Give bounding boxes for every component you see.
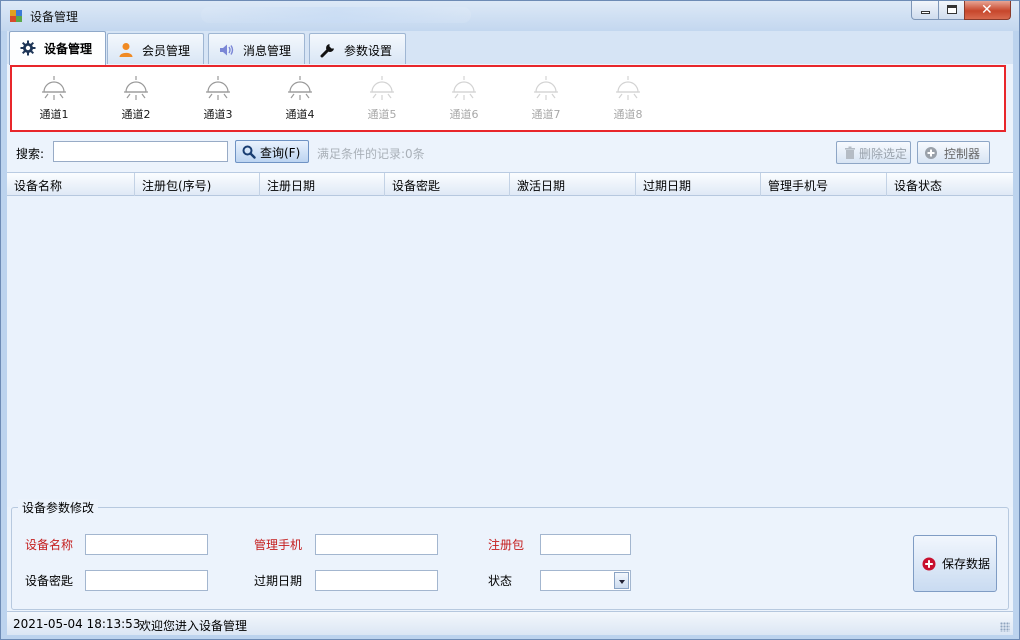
- channel-label: 通道8: [613, 108, 643, 121]
- reg-package-field[interactable]: [540, 534, 631, 555]
- column-header[interactable]: 注册日期: [260, 173, 385, 196]
- close-button[interactable]: ✕: [964, 1, 1011, 20]
- column-header[interactable]: 设备状态: [887, 173, 1013, 196]
- reg-package-label: 注册包: [488, 538, 525, 552]
- column-header[interactable]: 注册包(序号): [135, 173, 260, 196]
- query-button[interactable]: 查询(F): [235, 140, 309, 163]
- title-overlay: [201, 7, 471, 23]
- tab-label: 参数设置: [344, 44, 393, 58]
- channel-3[interactable]: 通道3: [188, 75, 248, 125]
- record-count: 满足条件的记录:0条: [317, 147, 425, 161]
- lamp-icon: [206, 76, 230, 100]
- column-header[interactable]: 过期日期: [636, 173, 761, 196]
- controller-button[interactable]: 控制器: [917, 141, 990, 164]
- controller-label: 控制器: [944, 147, 981, 161]
- search-toolbar: 搜索: 查询(F) 满足条件的记录:0条 删除选定 控制器: [7, 137, 1013, 167]
- lamp-icon: [452, 76, 476, 100]
- status-datetime: 2021-05-04 18:13:53: [13, 617, 141, 631]
- channel-1[interactable]: 通道1: [24, 75, 84, 125]
- save-label: 保存数据: [942, 557, 991, 571]
- expiry-field[interactable]: [315, 570, 438, 591]
- channel-7[interactable]: 通道7: [516, 75, 576, 125]
- group-title: 设备参数修改: [18, 499, 99, 516]
- query-label: 查询(F): [260, 146, 301, 160]
- minimize-icon: [921, 11, 930, 14]
- window-title: 设备管理: [30, 10, 79, 24]
- phone-label: 管理手机: [254, 538, 303, 552]
- status-select[interactable]: [540, 570, 631, 591]
- lamp-icon: [288, 76, 312, 100]
- tab-parameter-settings[interactable]: 参数设置: [309, 33, 406, 64]
- channel-8[interactable]: 通道8: [598, 75, 658, 125]
- chevron-down-icon[interactable]: [614, 572, 629, 589]
- channel-label: 通道1: [39, 108, 69, 121]
- device-key-label: 设备密匙: [25, 574, 74, 588]
- speaker-icon: [220, 44, 234, 56]
- channel-5[interactable]: 通道5: [352, 75, 412, 125]
- status-bar: 2021-05-04 18:13:53 欢迎您进入设备管理: [7, 611, 1013, 635]
- status-message: 欢迎您进入设备管理: [139, 619, 248, 633]
- delete-label: 删除选定: [859, 147, 908, 161]
- expiry-label: 过期日期: [254, 574, 303, 588]
- channel-label: 通道6: [449, 108, 479, 121]
- device-key-field[interactable]: [85, 570, 208, 591]
- tab-message-management[interactable]: 消息管理: [208, 33, 305, 64]
- device-edit-group: 设备参数修改 设备名称 管理手机 注册包 设备密匙 过期日期 状态 保存数据: [11, 499, 1009, 610]
- client-area: 设备管理 会员管理 消息管理 参数设置 通道1 通道2 通道3 通道4 通道5 …: [7, 31, 1013, 635]
- wrench-icon: [320, 44, 334, 58]
- channel-2[interactable]: 通道2: [106, 75, 166, 125]
- gear-icon: [20, 40, 36, 56]
- app-window: 设备管理 ✕ 设备管理 会员管理 消息管理 参数设置 通道1 通道2 通道3 通…: [0, 0, 1020, 640]
- lamp-icon: [42, 76, 66, 100]
- tab-label: 消息管理: [243, 44, 292, 58]
- device-name-field[interactable]: [85, 534, 208, 555]
- lamp-icon: [370, 76, 394, 100]
- app-icon: [10, 10, 22, 22]
- delete-selected-button[interactable]: 删除选定: [836, 141, 911, 164]
- tab-label: 设备管理: [44, 42, 93, 56]
- phone-field[interactable]: [315, 534, 438, 555]
- channel-label: 通道5: [367, 108, 397, 121]
- user-icon: [119, 43, 133, 57]
- tab-strip: 设备管理 会员管理 消息管理 参数设置: [7, 31, 1013, 65]
- column-header[interactable]: 设备名称: [7, 173, 135, 196]
- channel-panel: 通道1 通道2 通道3 通道4 通道5 通道6 通道7 通道8: [10, 65, 1006, 132]
- column-header[interactable]: 激活日期: [510, 173, 636, 196]
- channel-6[interactable]: 通道6: [434, 75, 494, 125]
- column-header[interactable]: 设备密匙: [385, 173, 510, 196]
- tab-label: 会员管理: [142, 44, 191, 58]
- maximize-button[interactable]: [938, 1, 965, 20]
- title-bar[interactable]: 设备管理 ✕: [1, 1, 1019, 31]
- tab-device-management[interactable]: 设备管理: [9, 31, 106, 65]
- status-label: 状态: [488, 574, 513, 588]
- maximize-icon: [947, 5, 957, 14]
- channel-label: 通道7: [531, 108, 561, 121]
- plus-circle-icon: [922, 557, 936, 571]
- table-header: 设备名称 注册包(序号) 注册日期 设备密匙 激活日期 过期日期 管理手机号 设…: [7, 173, 1013, 196]
- device-table[interactable]: 设备名称 注册包(序号) 注册日期 设备密匙 激活日期 过期日期 管理手机号 设…: [7, 172, 1013, 507]
- tab-member-management[interactable]: 会员管理: [107, 33, 204, 64]
- column-header[interactable]: 管理手机号: [761, 173, 887, 196]
- channel-label: 通道4: [285, 108, 315, 121]
- plus-circle-icon: [925, 147, 937, 159]
- search-label: 搜索:: [16, 147, 45, 161]
- minimize-button[interactable]: [911, 1, 939, 20]
- lamp-icon: [534, 76, 558, 100]
- channel-label: 通道3: [203, 108, 233, 121]
- close-icon: ✕: [981, 2, 993, 18]
- search-icon: [242, 145, 256, 159]
- lamp-icon: [616, 76, 640, 100]
- channel-label: 通道2: [121, 108, 151, 121]
- resize-grip-icon[interactable]: [1000, 622, 1010, 632]
- channel-4[interactable]: 通道4: [270, 75, 330, 125]
- search-input[interactable]: [53, 141, 228, 162]
- save-button[interactable]: 保存数据: [913, 535, 997, 592]
- lamp-icon: [124, 76, 148, 100]
- device-name-label: 设备名称: [25, 538, 74, 552]
- trash-icon: [845, 146, 855, 159]
